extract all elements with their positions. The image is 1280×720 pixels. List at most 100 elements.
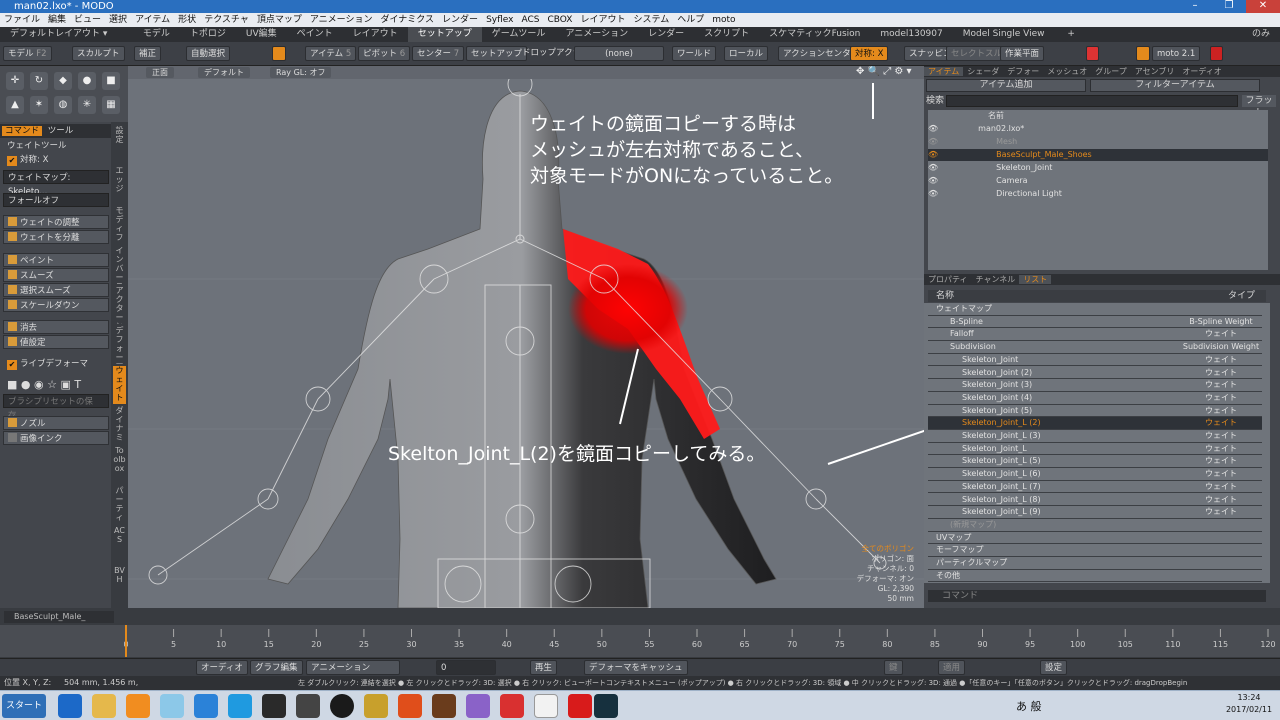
opera-icon[interactable] (568, 694, 592, 718)
vertical-tab-2[interactable]: モディファイ (113, 206, 126, 244)
vertical-tab-9[interactable]: パーティ (113, 486, 126, 524)
list-row[interactable]: Skeleton_Joint_L (2) ウェイト (928, 417, 1262, 430)
tab-tool[interactable]: ツール (45, 126, 77, 136)
red-plus-icon[interactable] (1086, 46, 1099, 61)
layout-tab-2[interactable]: UV編集 (236, 27, 287, 42)
list-tab-2[interactable]: リスト (1019, 275, 1052, 284)
select-smooth-button[interactable]: 選択スムーズ (3, 283, 109, 297)
list-row[interactable]: ウェイトマップ (928, 303, 1262, 316)
moto-button[interactable]: moto 2.1 (1152, 46, 1201, 61)
list-row[interactable]: Skeleton_Joint_L (6) ウェイト (928, 468, 1262, 481)
star-brush-icon[interactable]: ☆ (47, 378, 57, 391)
pivot-mode-button[interactable]: ピボット 6 (358, 46, 411, 61)
axis-icon[interactable]: ✶ (30, 96, 48, 114)
add-layout-tab-button[interactable]: + (1057, 27, 1085, 42)
menu-item-6[interactable]: テクスチャ (200, 15, 253, 25)
falloff-select[interactable]: フォールオフ (3, 193, 109, 207)
audio-button[interactable]: オーディオ (196, 660, 248, 675)
model-mode-button[interactable]: モデル F2 (3, 46, 52, 61)
list-row[interactable]: B-Spline B-Spline Weight (928, 316, 1262, 329)
light-icon[interactable]: ● (78, 72, 96, 90)
app-icon-14[interactable] (500, 694, 524, 718)
scale-down-button[interactable]: スケールダウン (3, 298, 109, 312)
list-row[interactable]: Skeleton_Joint (4) ウェイト (928, 392, 1262, 405)
layout-tab-0[interactable]: モデル (133, 27, 180, 42)
list-row[interactable]: その他 (928, 570, 1262, 583)
raygl-select[interactable]: Ray GL: オフ (270, 67, 332, 78)
list-row[interactable]: (新規マップ) (928, 519, 1262, 532)
eye-icon[interactable]: 👁 (928, 137, 938, 146)
app-icon-9[interactable] (330, 694, 354, 718)
eye-icon[interactable]: 👁 (928, 150, 938, 159)
list-row[interactable]: Subdivision Subdivision Weight (928, 341, 1262, 354)
vertical-tab-4[interactable]: アクターとセ (113, 286, 126, 324)
layout-tab-3[interactable]: ペイント (287, 27, 343, 42)
soft-brush-icon[interactable]: ◉ (34, 378, 44, 391)
brush-preset-save[interactable]: ブラシプリセットの保存... (3, 394, 109, 421)
shear-icon[interactable]: ◆ (54, 72, 72, 90)
app-icon-4[interactable] (160, 694, 184, 718)
layout-tab-7[interactable]: アニメーション (555, 27, 638, 42)
list-row[interactable]: モーフマップ (928, 544, 1262, 557)
tree-row-camera[interactable]: 👁 Camera (928, 175, 1268, 187)
maximize-button[interactable]: ❐ (1212, 0, 1246, 13)
items-tab-1[interactable]: シェーダ (963, 67, 1003, 76)
close-button[interactable]: ✕ (1246, 0, 1280, 13)
vertical-tab-1[interactable]: エッジ (113, 166, 126, 204)
menu-item-16[interactable]: ヘルプ (673, 15, 708, 25)
layout-tab-12[interactable]: Model Single View (953, 27, 1055, 42)
view-select[interactable]: 正面 (146, 67, 174, 78)
layout-tab-9[interactable]: スクリプト (694, 27, 759, 42)
menu-item-17[interactable]: moto (708, 15, 739, 25)
moto-red-icon[interactable] (1210, 46, 1223, 61)
menu-item-3[interactable]: 選択 (105, 15, 131, 25)
tab-command[interactable]: コマンド (2, 126, 43, 136)
item-icon[interactable]: ■ (102, 72, 120, 90)
viewport-nav-icons[interactable]: ✥ 🔍 ⤢ ⚙ ▾ (856, 66, 912, 77)
list-row[interactable]: Skeleton_Joint ウェイト (928, 354, 1262, 367)
menu-item-0[interactable]: ファイル (0, 15, 44, 25)
autoselect-button[interactable]: 自動選択 (186, 46, 231, 61)
smooth-button[interactable]: スムーズ (3, 268, 109, 282)
play-button[interactable]: 再生 (530, 660, 558, 675)
workplane-button[interactable]: 作業平面 (1000, 46, 1045, 61)
home-icon[interactable] (1136, 46, 1150, 61)
cache-deformer-button[interactable]: デフォーマをキャッシュ (584, 660, 688, 675)
mesh-icon[interactable]: ▲ (6, 96, 24, 114)
app-icon-6[interactable] (228, 694, 252, 718)
menu-item-8[interactable]: アニメーション (306, 15, 377, 25)
list-row[interactable]: Skeleton_Joint (5) ウェイト (928, 405, 1262, 418)
app-icon-11[interactable] (398, 694, 422, 718)
timeline-item-select[interactable]: BaseSculpt_Male_ (4, 611, 114, 623)
flat-button[interactable]: フラット (1242, 95, 1276, 118)
circle-brush-icon[interactable]: ● (21, 378, 31, 391)
items-tab-5[interactable]: アセンブリ (1131, 67, 1179, 76)
list-row[interactable]: Skeleton_Joint_L (8) ウェイト (928, 494, 1262, 507)
text-brush-icon[interactable]: T (74, 378, 81, 391)
menu-item-4[interactable]: アイテム (131, 15, 174, 25)
menu-item-5[interactable]: 形状 (174, 15, 200, 25)
3d-viewport[interactable]: 正面 デフォルト Ray GL: オフ ✥ 🔍 ⤢ ⚙ ▾ 全てのポリゴン ポリ… (128, 66, 924, 608)
menu-item-7[interactable]: 頂点マップ (253, 15, 306, 25)
minimize-button[interactable]: – (1178, 0, 1212, 13)
grid-icon[interactable]: ▦ (102, 96, 120, 114)
tree-row-mesh[interactable]: 👁 Mesh (928, 136, 1268, 148)
list-row[interactable]: UVマップ (928, 532, 1262, 545)
eye-icon[interactable]: 👁 (928, 176, 938, 185)
eye-icon[interactable]: 👁 (928, 189, 938, 198)
image-ink-button[interactable]: 画像インク (3, 431, 109, 445)
eye-icon[interactable]: 👁 (928, 163, 938, 172)
adjust-weight-button[interactable]: ウェイトの調整 (3, 215, 109, 229)
weightmap-select[interactable]: ウェイトマップ: Skeleto... (3, 170, 109, 197)
rotate-icon[interactable]: ↻ (30, 72, 48, 90)
list-row[interactable]: Skeleton_Joint_L ウェイト (928, 443, 1262, 456)
center-mode-button[interactable]: センター 7 (412, 46, 465, 61)
menu-item-2[interactable]: ビュー (70, 15, 105, 25)
modo-icon[interactable] (594, 694, 618, 718)
media-icon[interactable] (126, 694, 150, 718)
menu-item-9[interactable]: ダイナミクス (376, 15, 438, 25)
list-row[interactable]: パーティクルマップ (928, 557, 1262, 570)
items-tab-6[interactable]: オーディオ (1178, 67, 1225, 76)
apply-button[interactable]: 適用 (938, 660, 966, 675)
app-icon-8[interactable] (296, 694, 320, 718)
